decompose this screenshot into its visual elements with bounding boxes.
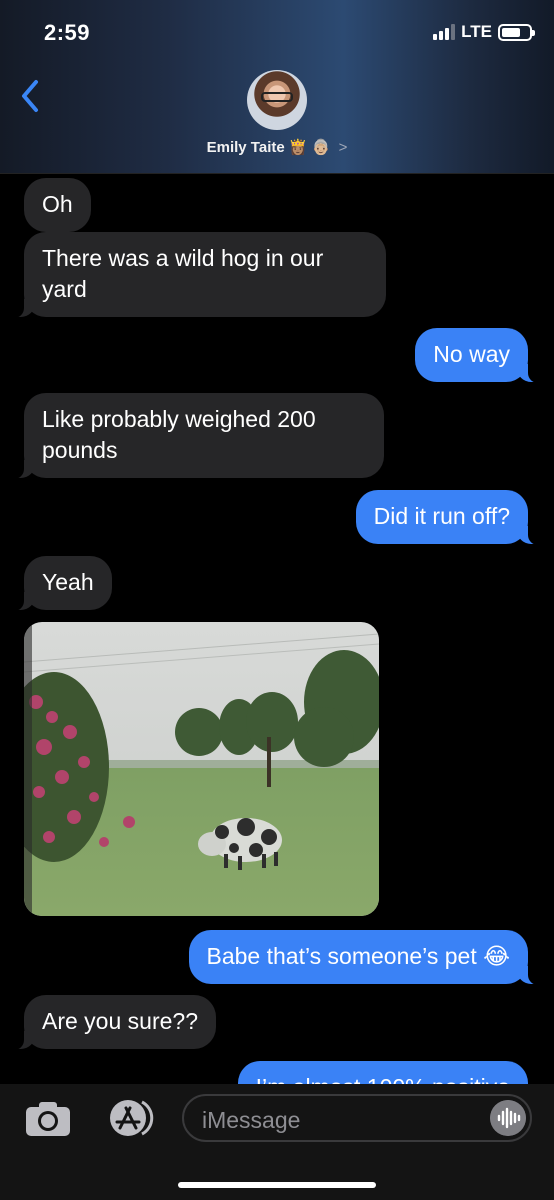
- message-text: Oh: [42, 191, 73, 217]
- message-incoming[interactable]: There was a wild hog in our yard: [12, 232, 386, 318]
- message-text: No way: [433, 341, 510, 367]
- photo-message[interactable]: [24, 622, 379, 916]
- message-incoming[interactable]: Are you sure??: [12, 995, 216, 1050]
- camera-icon[interactable]: [24, 1098, 72, 1138]
- message-text: Are you sure??: [42, 1008, 198, 1034]
- contact-name: Emily Taite: [206, 139, 285, 156]
- battery-icon: [498, 23, 535, 41]
- contact-avatar[interactable]: [247, 70, 307, 130]
- message-incoming[interactable]: Like probably weighed 200 pounds: [12, 393, 384, 479]
- message-outgoing[interactable]: No way: [415, 328, 540, 383]
- input-placeholder: iMessage: [202, 1107, 301, 1133]
- avatar-glasses: [261, 92, 293, 102]
- message-text: Babe that’s someone’s pet 😂: [206, 943, 511, 969]
- message-text: Did it run off?: [373, 503, 510, 529]
- message-incoming[interactable]: Oh: [24, 178, 91, 232]
- app-store-icon[interactable]: [104, 1098, 156, 1138]
- message-text: Like probably weighed 200 pounds: [42, 406, 316, 463]
- spotted-pig-in-field-photo: [24, 622, 379, 916]
- message-incoming[interactable]: Yeah: [12, 556, 112, 611]
- imessage-input[interactable]: iMessage: [182, 1094, 532, 1142]
- audio-waveform-icon[interactable]: [490, 1100, 526, 1136]
- message-text: There was a wild hog in our yard: [42, 245, 324, 302]
- chevron-right-icon: >: [338, 139, 348, 156]
- message-outgoing[interactable]: Babe that’s someone’s pet 😂: [188, 930, 540, 985]
- status-time: 2:59: [44, 20, 91, 45]
- status-icons: LTE: [433, 22, 535, 42]
- contact-emojis: 👸🏽 👵🏼: [288, 139, 331, 156]
- signal-icon: [433, 24, 456, 40]
- home-indicator[interactable]: [178, 1182, 376, 1188]
- contact-name-row[interactable]: Emily Taite 👸🏽 👵🏼 >: [0, 138, 554, 156]
- message-outgoing[interactable]: Did it run off?: [355, 490, 541, 545]
- conversation-header: 2:59 LTE Emily Taite 👸🏽 👵🏼 >: [0, 0, 554, 174]
- back-chevron-icon[interactable]: [16, 76, 46, 116]
- network-label: LTE: [461, 22, 492, 41]
- message-text: Yeah: [42, 569, 94, 595]
